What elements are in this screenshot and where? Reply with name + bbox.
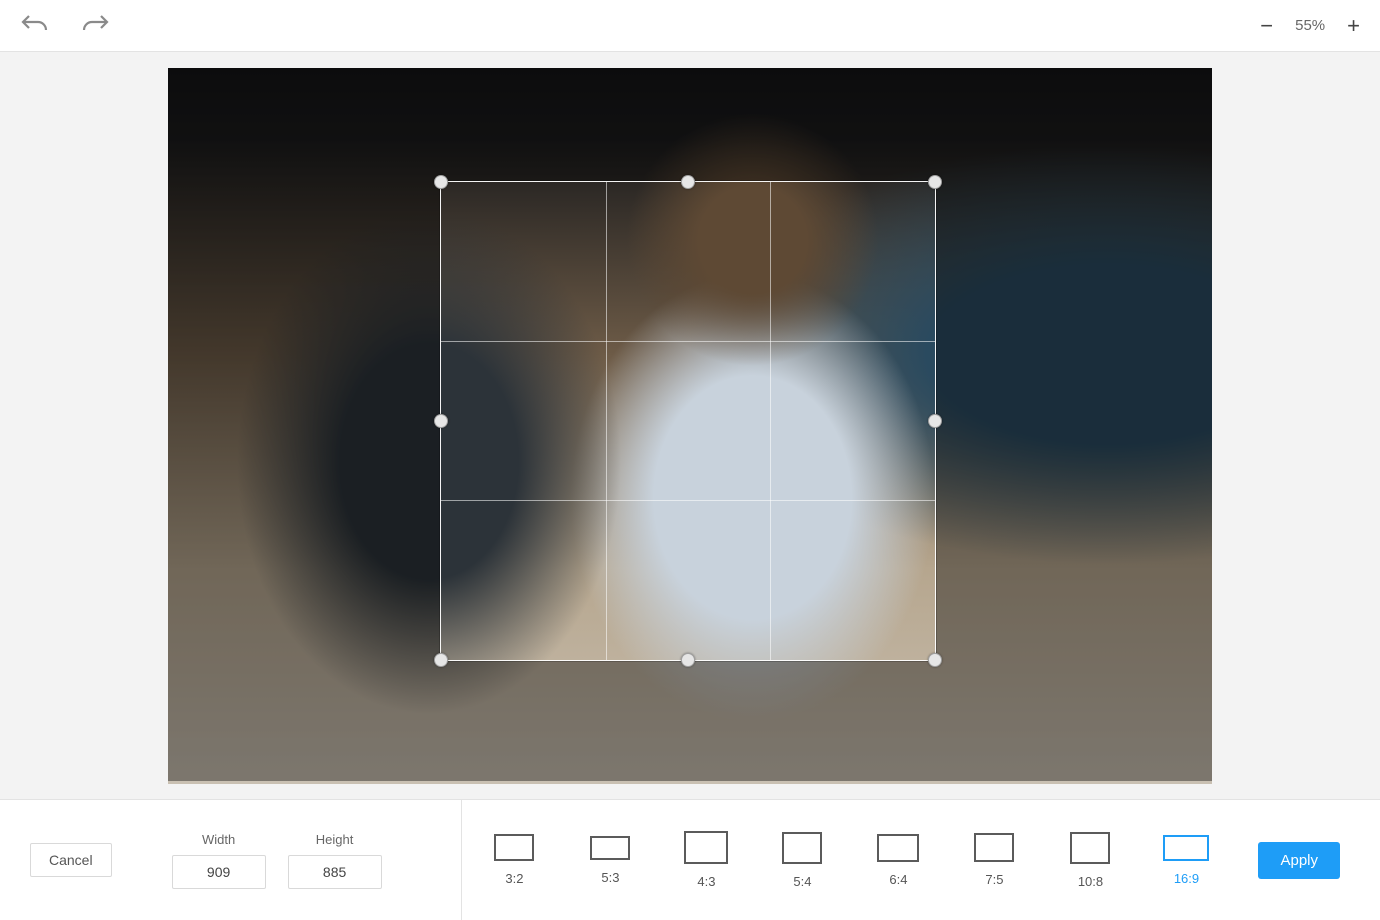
zoom-in-icon[interactable]: + <box>1347 15 1360 37</box>
crop-handle-top-right[interactable] <box>928 175 942 189</box>
aspect-ratio-box-icon <box>1163 835 1209 861</box>
crop-handle-top-middle[interactable] <box>681 175 695 189</box>
aspect-ratio-label: 6:4 <box>889 872 907 887</box>
history-controls <box>20 12 110 39</box>
crop-grid-line <box>770 182 771 660</box>
zoom-level: 55% <box>1295 17 1325 34</box>
height-field: Height <box>288 832 382 889</box>
aspect-ratio-option[interactable]: 16:9 <box>1154 835 1218 886</box>
crop-mask-right <box>936 181 1212 661</box>
width-field: Width <box>172 832 266 889</box>
aspect-ratio-box-icon <box>1070 832 1110 864</box>
crop-mask-bottom <box>168 661 1212 781</box>
aspect-ratio-option[interactable]: 10:8 <box>1058 832 1122 889</box>
crop-grid-line <box>441 500 935 501</box>
aspect-ratio-label: 10:8 <box>1078 874 1103 889</box>
aspect-ratio-option[interactable]: 6:4 <box>866 834 930 887</box>
aspect-ratio-option[interactable]: 4:3 <box>674 831 738 889</box>
width-label: Width <box>202 832 235 847</box>
crop-mask-top <box>168 68 1212 181</box>
aspect-ratio-label: 4:3 <box>697 874 715 889</box>
photo-canvas[interactable] <box>168 68 1212 784</box>
crop-frame[interactable] <box>440 181 936 661</box>
height-input[interactable] <box>288 855 382 889</box>
canvas-area <box>0 52 1380 800</box>
aspect-ratio-label: 5:3 <box>601 870 619 885</box>
cancel-button[interactable]: Cancel <box>30 843 112 877</box>
height-label: Height <box>316 832 354 847</box>
aspect-ratio-box-icon <box>684 831 728 864</box>
crop-handle-bottom-left[interactable] <box>434 653 448 667</box>
apply-button[interactable]: Apply <box>1258 842 1340 879</box>
crop-handle-bottom-middle[interactable] <box>681 653 695 667</box>
aspect-ratio-box-icon <box>590 836 630 860</box>
aspect-ratio-option[interactable]: 5:3 <box>578 836 642 885</box>
aspect-ratio-option[interactable]: 7:5 <box>962 833 1026 887</box>
aspect-ratio-option[interactable]: 5:4 <box>770 832 834 889</box>
top-toolbar: − 55% + <box>0 0 1380 52</box>
crop-handle-middle-right[interactable] <box>928 414 942 428</box>
dimension-inputs: Width Height <box>172 832 382 889</box>
crop-mask-left <box>168 181 440 661</box>
crop-handle-bottom-right[interactable] <box>928 653 942 667</box>
aspect-ratio-label: 7:5 <box>985 872 1003 887</box>
crop-grid-line <box>441 341 935 342</box>
size-controls: Cancel Width Height <box>0 800 462 920</box>
aspect-ratio-box-icon <box>782 832 822 864</box>
aspect-ratio-box-icon <box>877 834 919 862</box>
crop-handle-middle-left[interactable] <box>434 414 448 428</box>
aspect-ratio-list: 3:2 5:3 4:3 5:4 6:4 7:5 10:8 16:9 <box>462 800 1238 920</box>
zoom-out-icon[interactable]: − <box>1260 15 1273 37</box>
aspect-ratio-label: 3:2 <box>505 871 523 886</box>
undo-icon[interactable] <box>20 12 50 39</box>
redo-icon[interactable] <box>80 12 110 39</box>
aspect-ratio-option[interactable]: 3:2 <box>482 834 546 886</box>
zoom-controls: − 55% + <box>1260 15 1360 37</box>
crop-grid-line <box>606 182 607 660</box>
aspect-ratio-box-icon <box>974 833 1014 862</box>
width-input[interactable] <box>172 855 266 889</box>
apply-wrap: Apply <box>1238 800 1380 920</box>
aspect-ratio-label: 5:4 <box>793 874 811 889</box>
aspect-ratio-label: 16:9 <box>1174 871 1199 886</box>
aspect-ratio-box-icon <box>494 834 534 861</box>
bottom-panel: Cancel Width Height 3:2 5:3 4:3 5:4 6:4 7:5 10… <box>0 800 1380 920</box>
crop-handle-top-left[interactable] <box>434 175 448 189</box>
